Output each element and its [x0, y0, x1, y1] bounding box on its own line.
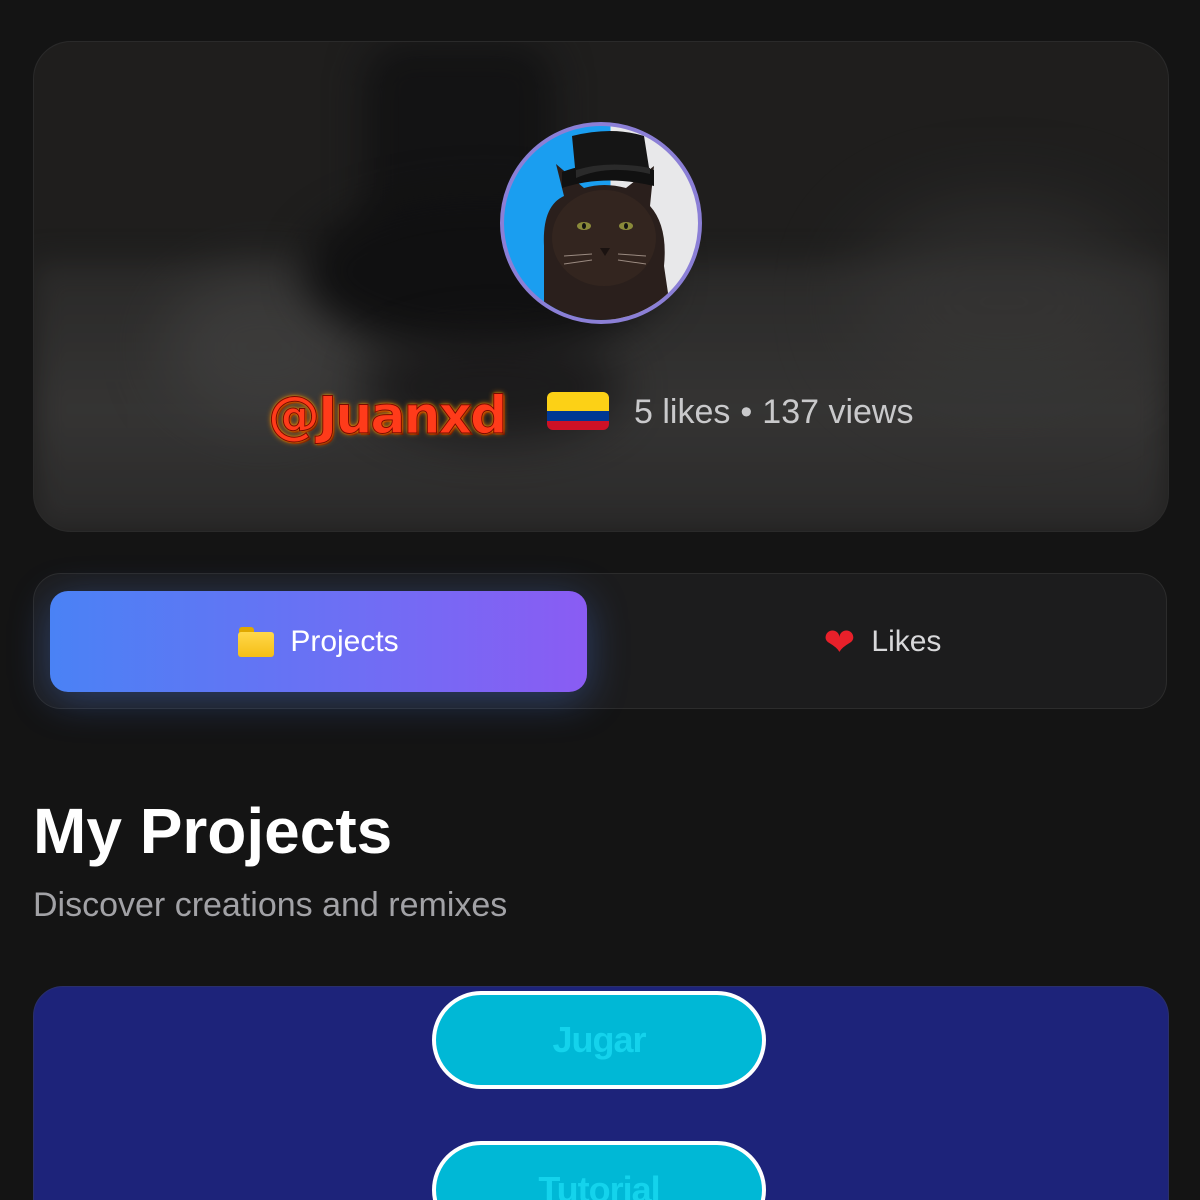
- heart-icon: ❤: [823, 619, 856, 664]
- profile-info-row: @Juanxd 5 likes • 137 views: [34, 382, 1168, 447]
- views-count: 137 views: [762, 393, 914, 431]
- tutorial-button[interactable]: Tutorial: [432, 1141, 766, 1200]
- tab-projects-label: Projects: [290, 624, 399, 658]
- profile-page: @Juanxd 5 likes • 137 views Projects ❤ Lik…: [0, 0, 1200, 1200]
- play-button[interactable]: Jugar: [432, 991, 766, 1089]
- colombia-flag-icon: [547, 392, 609, 430]
- username[interactable]: @Juanxd: [267, 386, 507, 447]
- tab-likes-label: Likes: [871, 624, 942, 658]
- project-card[interactable]: Jugar Tutorial: [33, 986, 1169, 1200]
- avatar[interactable]: [500, 122, 702, 324]
- section-title: My Projects: [33, 795, 393, 867]
- profile-tabs: Projects ❤ Likes: [33, 573, 1167, 709]
- folder-icon: [238, 626, 275, 657]
- tab-likes[interactable]: ❤ Likes: [614, 591, 1151, 692]
- tab-projects[interactable]: Projects: [50, 591, 587, 692]
- profile-banner: @Juanxd 5 likes • 137 views: [33, 41, 1169, 532]
- cat-with-top-hat-icon: [543, 131, 672, 320]
- stats-separator: •: [740, 393, 753, 431]
- profile-stats: 5 likes • 137 views: [634, 386, 913, 438]
- section-subtitle: Discover creations and remixes: [33, 886, 508, 924]
- likes-count: 5 likes: [634, 393, 731, 431]
